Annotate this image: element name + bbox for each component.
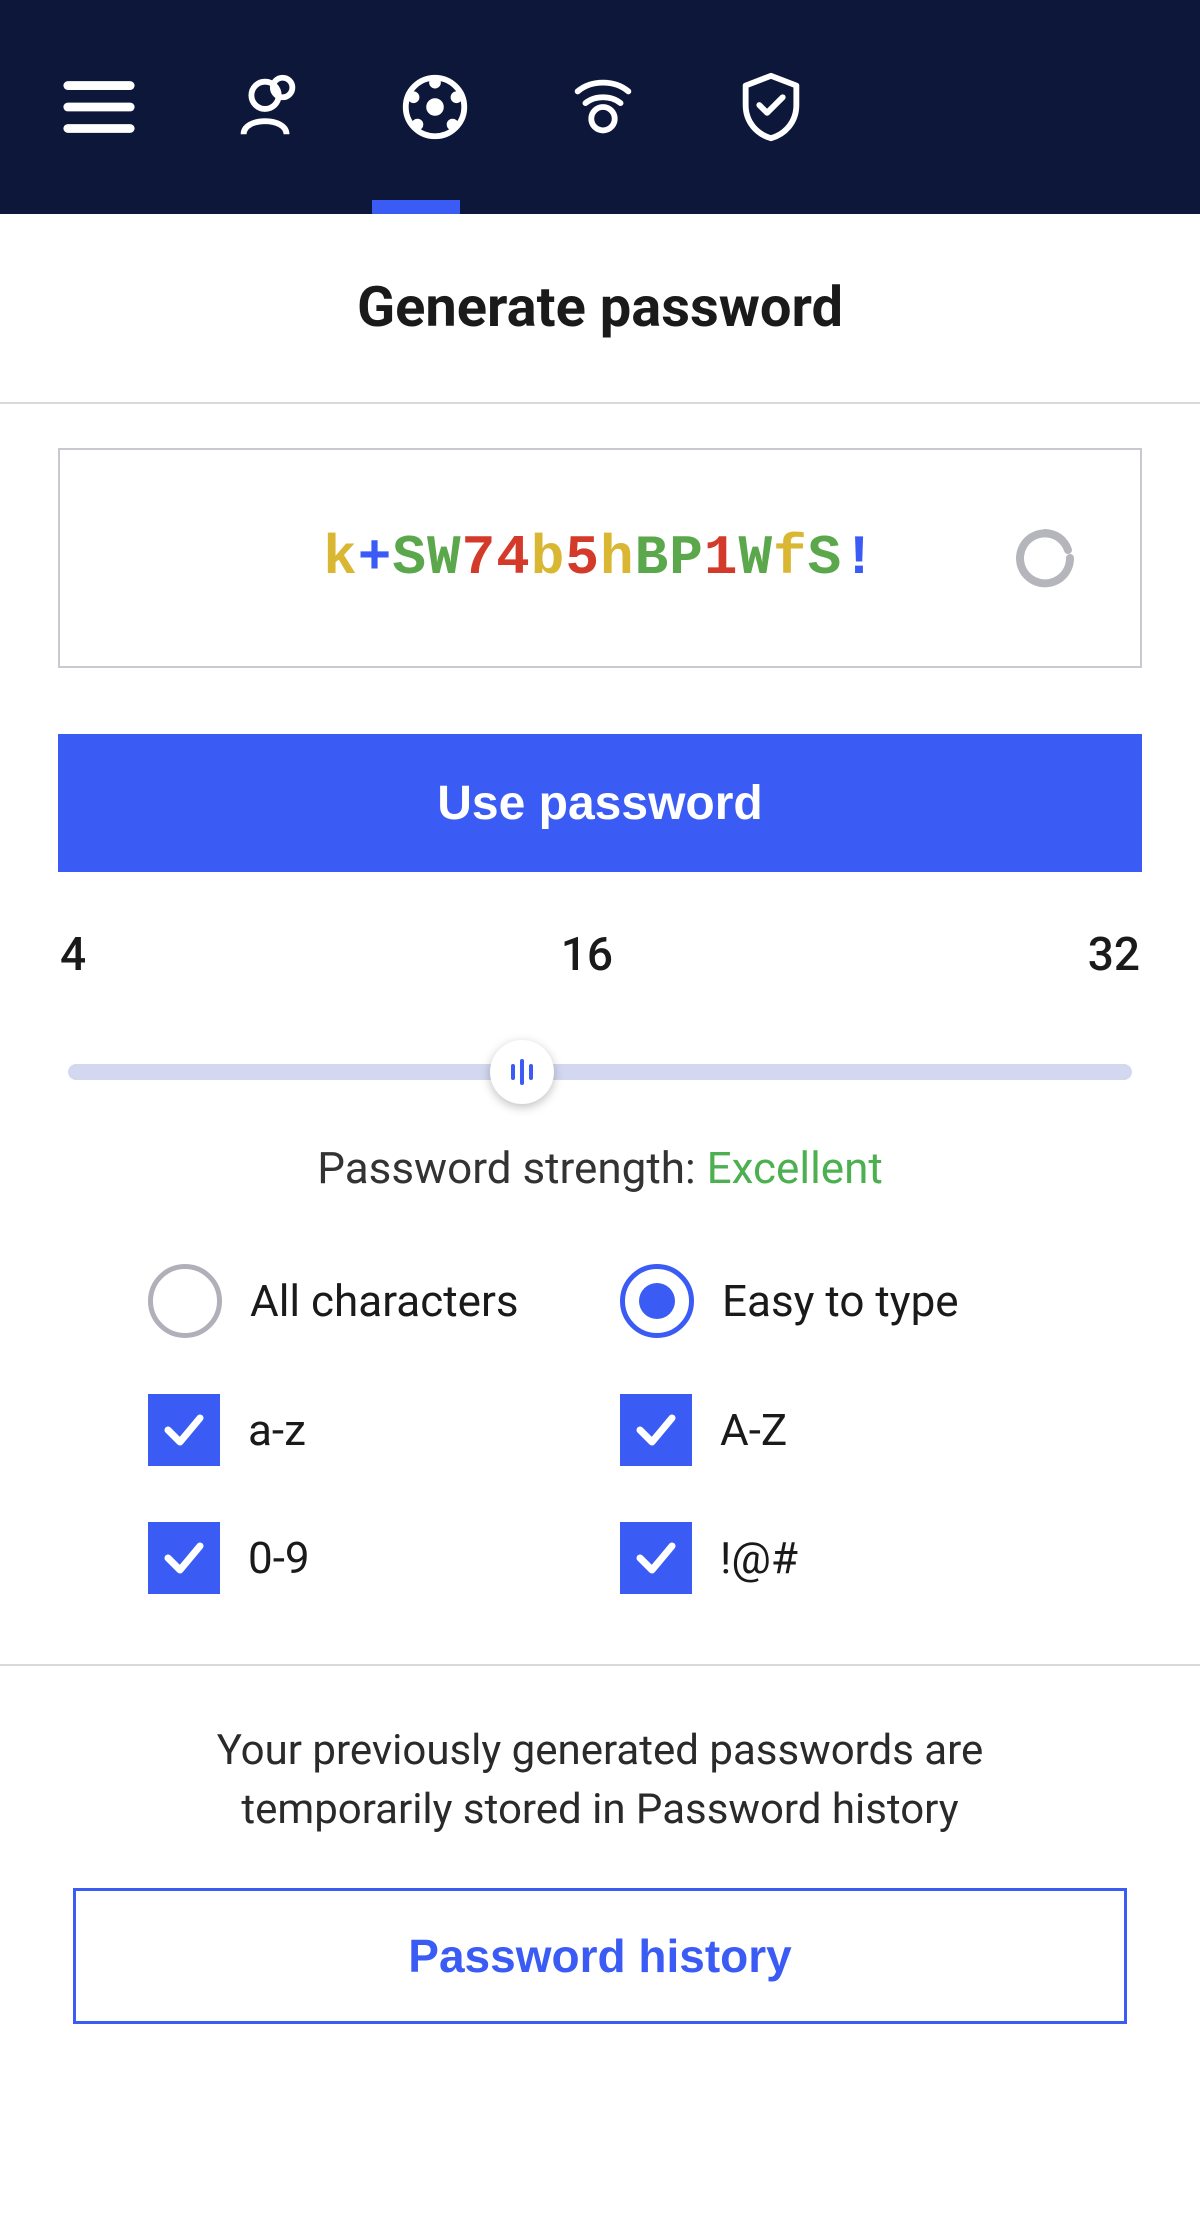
radio-easy-to-type[interactable] (620, 1264, 694, 1338)
shield-check-icon[interactable] (732, 68, 810, 146)
history-info-text: Your previously generated passwords are … (58, 1722, 1142, 1840)
password-char: 7 (462, 526, 497, 590)
password-char: P (669, 526, 704, 590)
password-char: W (738, 526, 773, 590)
password-char: S (808, 526, 843, 590)
length-slider-labels: 4 16 32 (58, 928, 1142, 982)
strength-value: Excellent (707, 1142, 883, 1194)
checkbox-uppercase-label: A-Z (720, 1404, 787, 1456)
radio-easy-to-type-label: Easy to type (722, 1275, 959, 1327)
password-strength: Password strength: Excellent (58, 1142, 1142, 1194)
password-char: 5 (565, 526, 600, 590)
password-char: h (600, 526, 635, 590)
password-history-button[interactable]: Password history (73, 1888, 1127, 2024)
checkbox-lowercase-label: a-z (248, 1404, 306, 1456)
signal-icon[interactable] (564, 68, 642, 146)
section-divider (0, 1664, 1200, 1666)
password-char: + (358, 526, 393, 590)
checkbox-digits[interactable] (148, 1522, 220, 1594)
active-tab-indicator (372, 200, 460, 214)
slider-min-label: 4 (60, 928, 86, 982)
length-slider[interactable] (58, 1042, 1142, 1102)
top-navbar (0, 0, 1200, 214)
password-char: W (427, 526, 462, 590)
options-grid: All characters Easy to type a-z A-Z 0-9 (58, 1264, 1142, 1594)
radio-easy-to-type-row: Easy to type (620, 1264, 1052, 1338)
refresh-icon[interactable] (1010, 523, 1080, 593)
password-char: f (773, 526, 808, 590)
checkbox-uppercase[interactable] (620, 1394, 692, 1466)
generated-password-box: k+SW74b5hBP1WfS! (58, 448, 1142, 668)
password-char: S (392, 526, 427, 590)
radio-all-characters[interactable] (148, 1264, 222, 1338)
checkbox-symbols-row: !@# (620, 1522, 1052, 1594)
slider-current-label: 16 (561, 928, 613, 982)
slider-thumb[interactable] (490, 1040, 554, 1104)
checkbox-symbols[interactable] (620, 1522, 692, 1594)
password-char: 4 (496, 526, 531, 590)
checkbox-uppercase-row: A-Z (620, 1394, 1052, 1466)
radio-all-characters-row: All characters (148, 1264, 580, 1338)
strength-label: Password strength: (317, 1142, 706, 1194)
checkbox-lowercase[interactable] (148, 1394, 220, 1466)
password-char: B (635, 526, 670, 590)
menu-icon[interactable] (60, 68, 138, 146)
password-char: 1 (704, 526, 739, 590)
checkbox-digits-row: 0-9 (148, 1522, 580, 1594)
password-char: ! (842, 526, 877, 590)
search-user-icon[interactable] (228, 68, 306, 146)
page-title: Generate password (0, 214, 1200, 404)
password-char: k (323, 526, 358, 590)
main-content: k+SW74b5hBP1WfS! Use password 4 16 32 Pa… (0, 404, 1200, 2024)
use-password-button[interactable]: Use password (58, 734, 1142, 872)
slider-track (68, 1064, 1132, 1080)
password-char: b (531, 526, 566, 590)
checkbox-lowercase-row: a-z (148, 1394, 580, 1466)
checkbox-digits-label: 0-9 (248, 1532, 310, 1584)
slider-max-label: 32 (1088, 928, 1140, 982)
generated-password-text: k+SW74b5hBP1WfS! (323, 526, 877, 590)
generator-icon[interactable] (396, 68, 474, 146)
radio-all-characters-label: All characters (250, 1275, 519, 1327)
checkbox-symbols-label: !@# (720, 1532, 798, 1584)
